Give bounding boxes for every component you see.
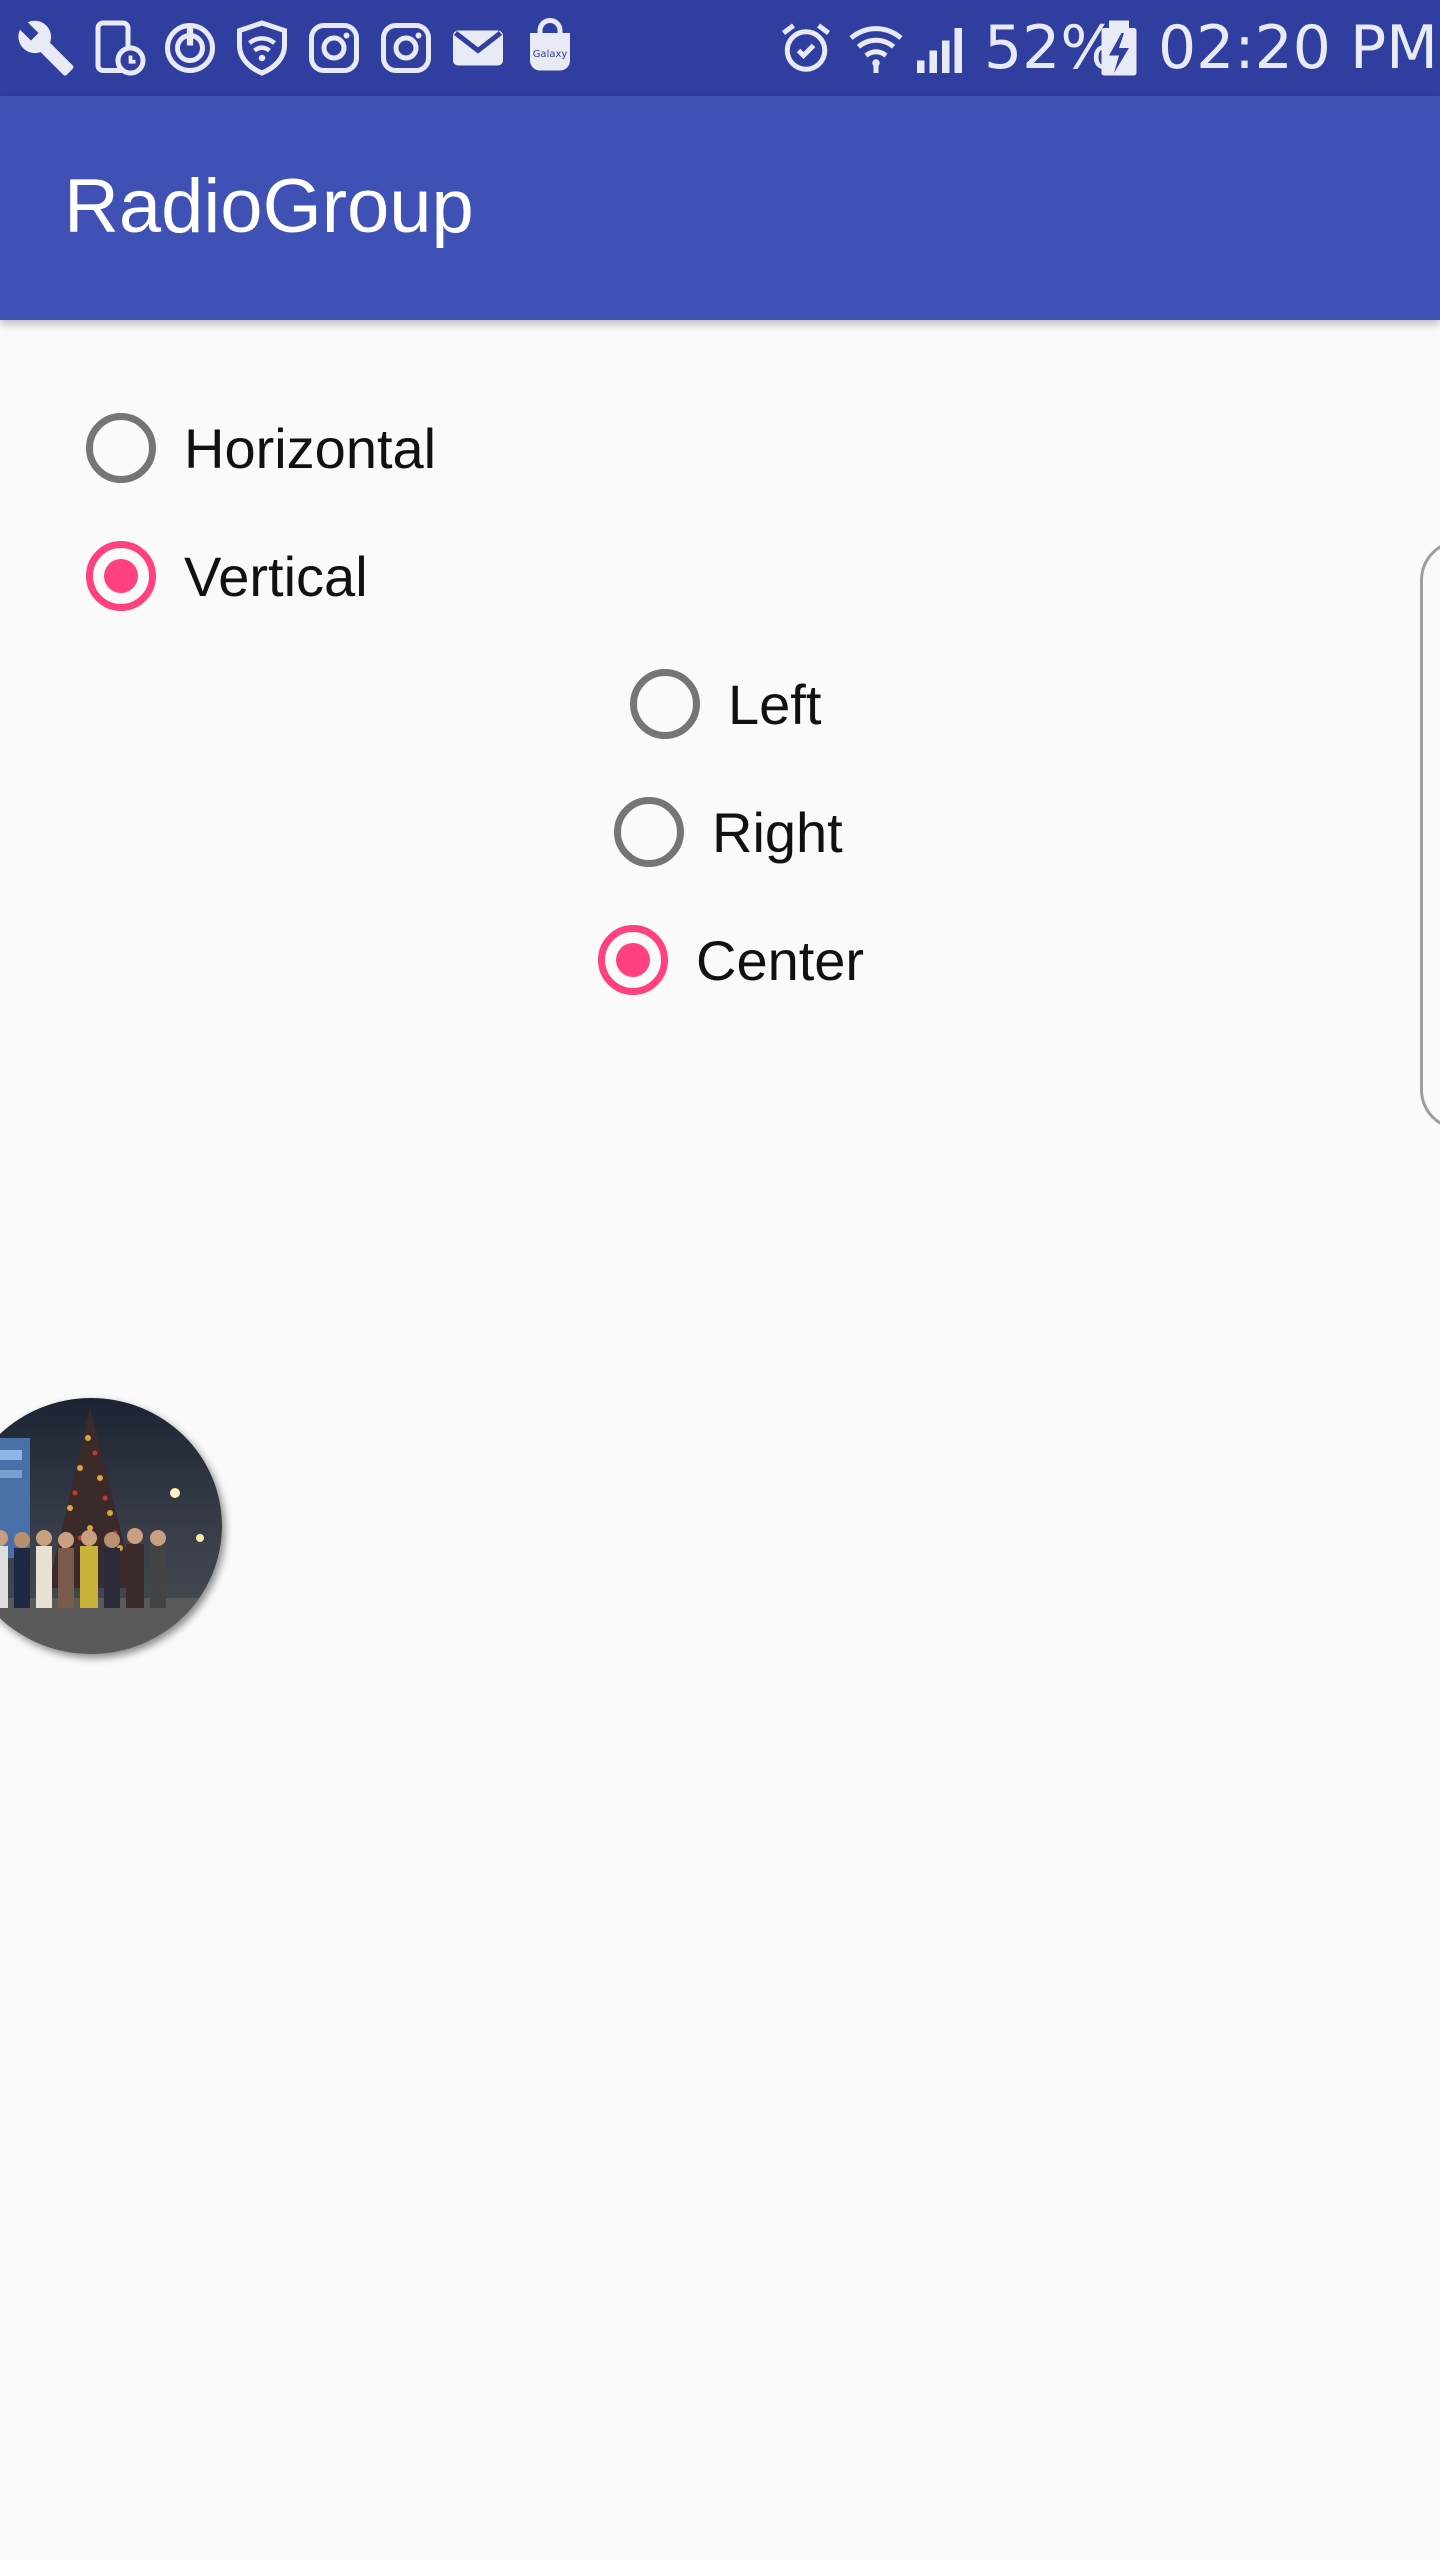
app-bar: RadioGroup — [0, 96, 1440, 320]
radio-vertical[interactable]: Vertical — [86, 526, 368, 626]
radio-button-unchecked[interactable] — [86, 413, 156, 483]
radio-label-vertical: Vertical — [184, 544, 368, 608]
mail-icon — [448, 18, 508, 78]
radio-label-center: Center — [696, 928, 865, 992]
group-photo — [0, 1398, 222, 1654]
signal-icon — [912, 18, 972, 78]
radio-button-unchecked[interactable] — [614, 797, 684, 867]
radio-button-checked[interactable] — [598, 925, 668, 995]
radio-button-unchecked[interactable] — [630, 669, 700, 739]
edge-panel-handle[interactable] — [1420, 540, 1440, 1130]
wifi-icon — [846, 18, 906, 78]
wrench-icon — [16, 18, 76, 78]
radio-label-right: Right — [712, 800, 843, 864]
galaxy-apps-icon: Galaxy — [520, 18, 580, 78]
instagram-icon — [304, 18, 364, 78]
app-title: RadioGroup — [64, 164, 474, 249]
wifi-shield-icon — [232, 18, 292, 78]
phone-clock-icon — [88, 18, 148, 78]
radio-label-left: Left — [728, 672, 822, 736]
instagram-icon — [376, 18, 436, 78]
galaxy-badge-text: Galaxy — [533, 49, 568, 60]
status-bar: Galaxy 52% 02:20 PM — [0, 0, 1440, 96]
radio-center[interactable]: Center — [598, 910, 864, 1010]
power-sync-icon — [160, 18, 220, 78]
clock-time: 02:20 PM — [1158, 13, 1438, 83]
radio-left[interactable]: Left — [630, 654, 821, 754]
radio-horizontal[interactable]: Horizontal — [86, 398, 436, 498]
screen: Galaxy 52% 02:20 PM RadioGroup Horizonta… — [0, 0, 1440, 2560]
radio-button-checked[interactable] — [86, 541, 156, 611]
radio-right[interactable]: Right — [614, 782, 843, 882]
alarm-icon — [776, 18, 836, 78]
battery-charging-icon — [1094, 18, 1144, 78]
radio-label-horizontal: Horizontal — [184, 416, 437, 480]
